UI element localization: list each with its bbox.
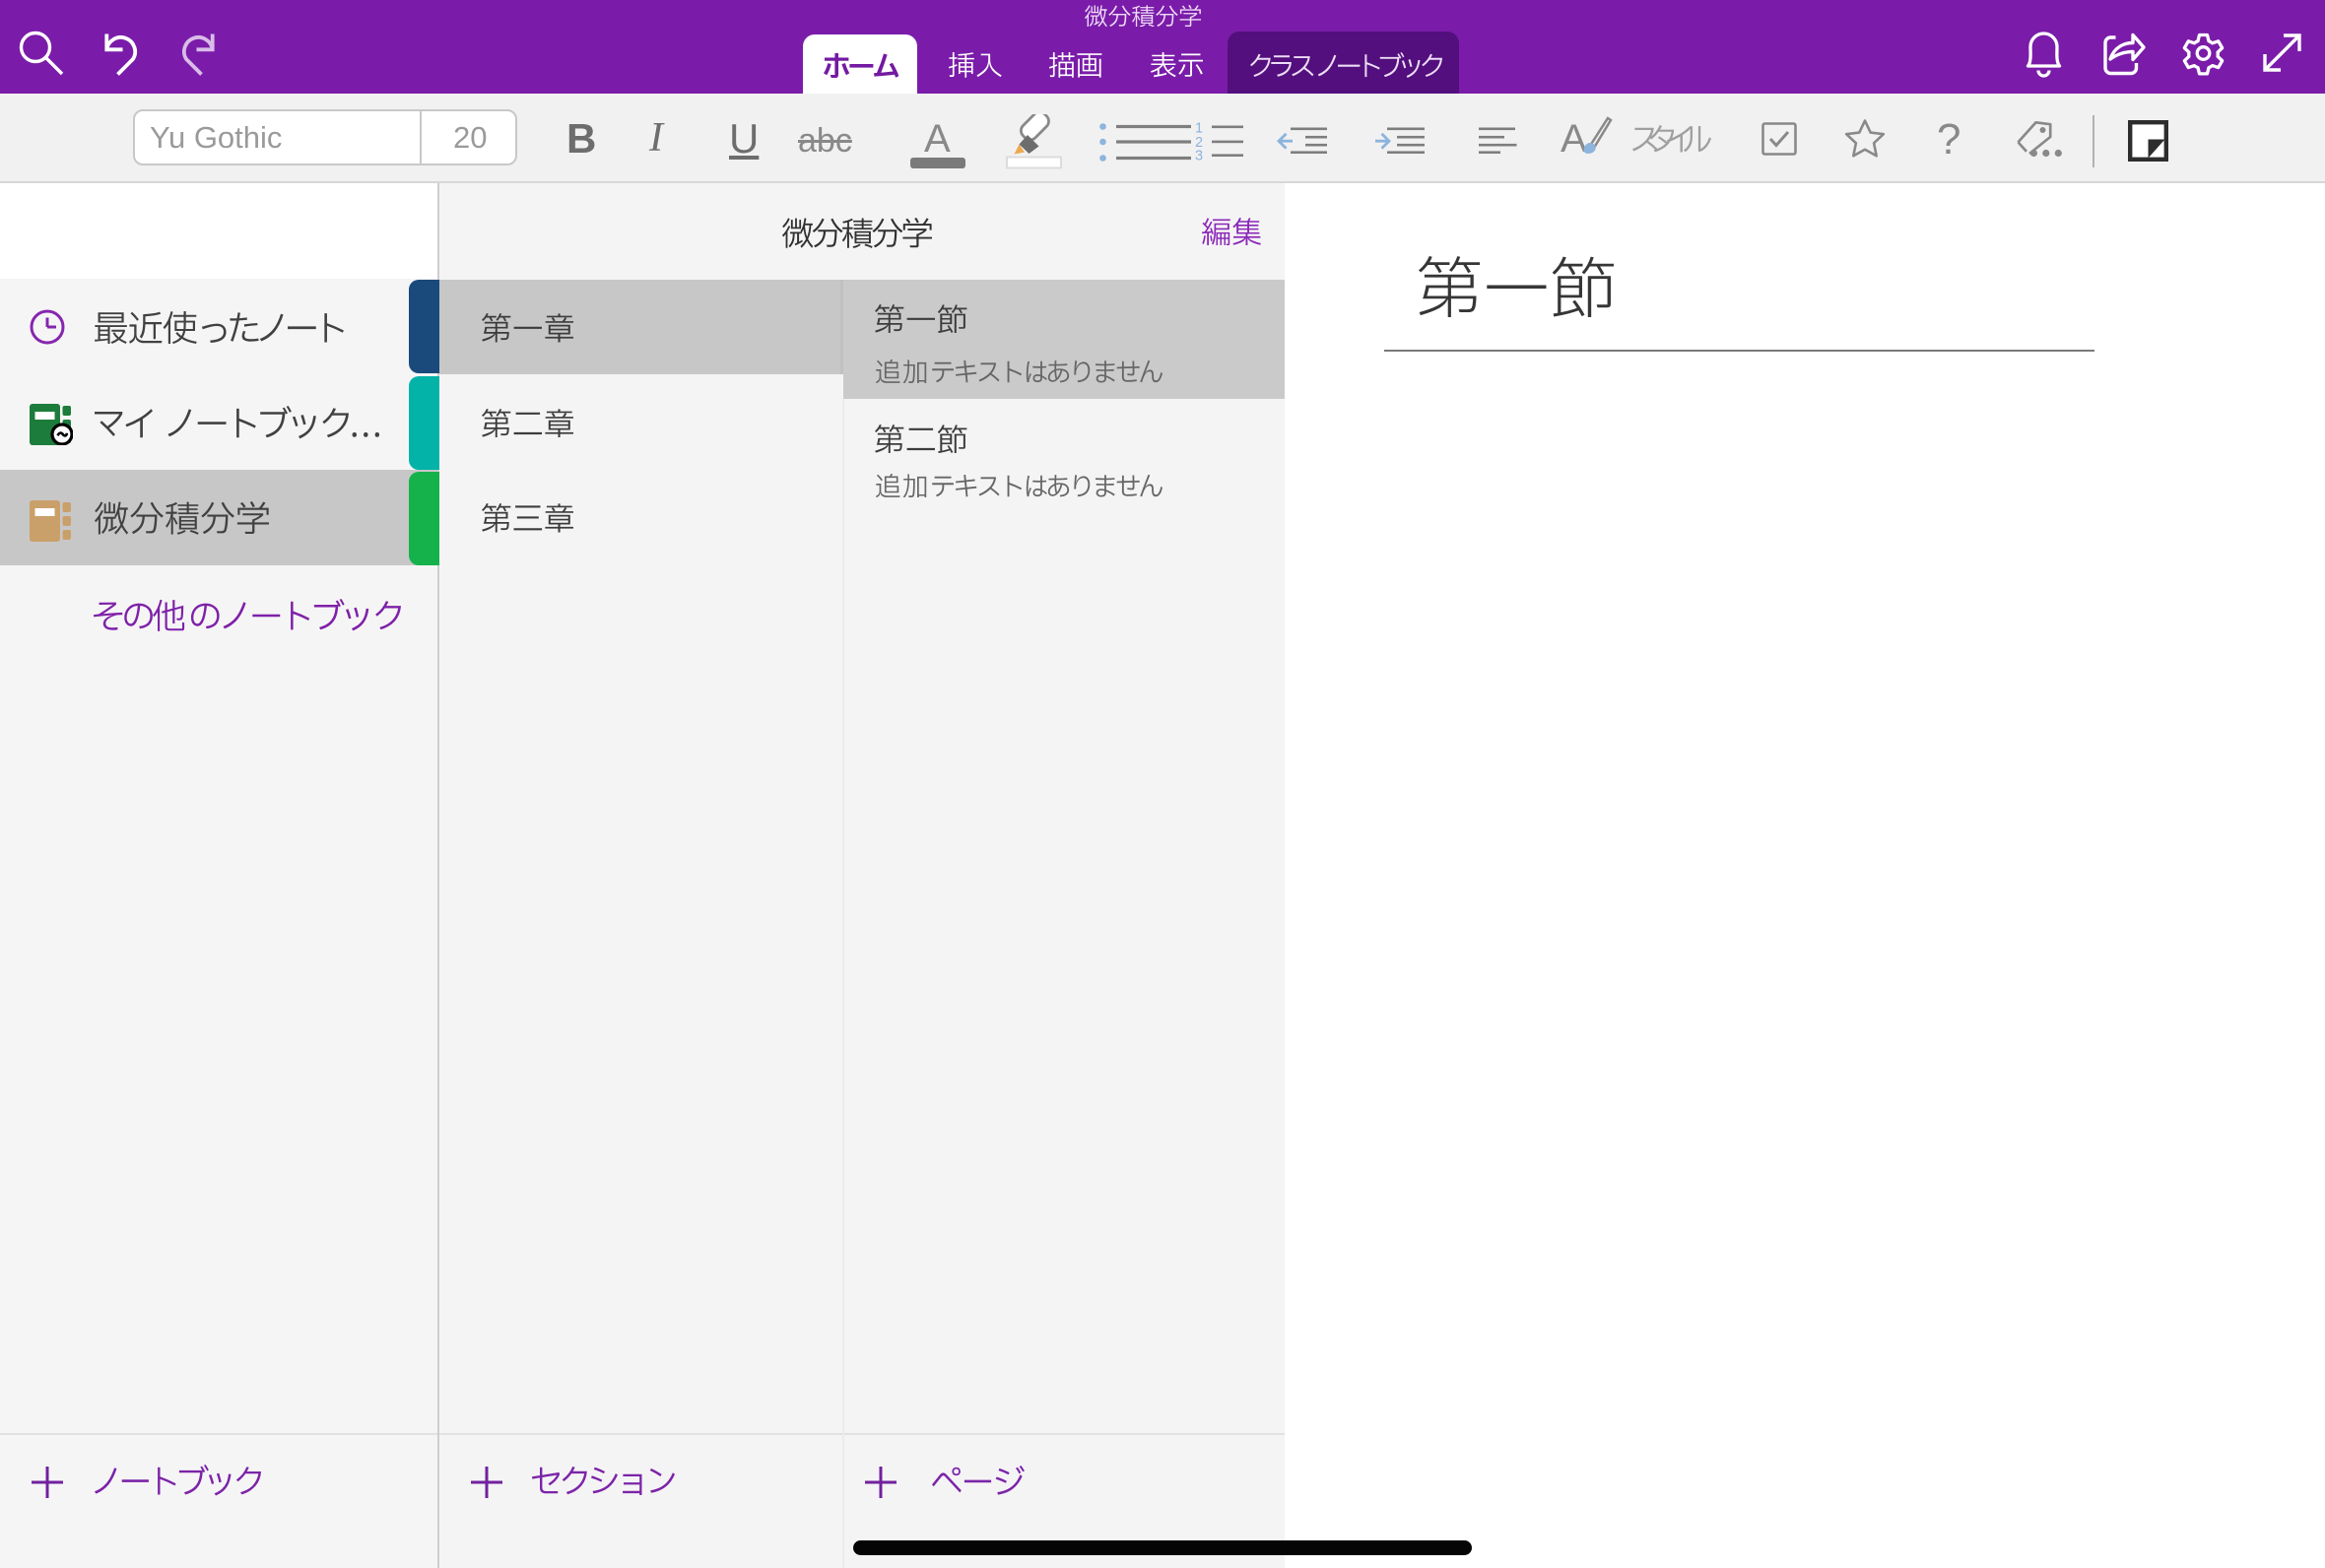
svg-text:3: 3 xyxy=(1195,149,1203,164)
